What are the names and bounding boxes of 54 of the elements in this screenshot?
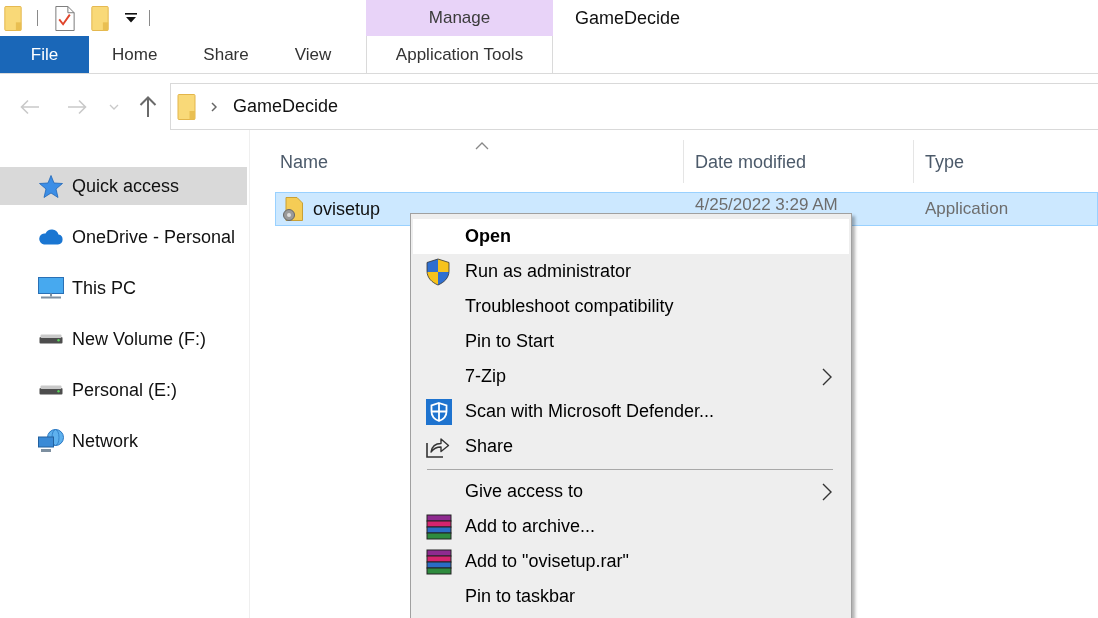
nav-pane-item[interactable]: New Volume (F:) bbox=[0, 320, 247, 358]
chevron-right-icon bbox=[822, 367, 832, 386]
column-header[interactable]: Type bbox=[914, 140, 1098, 183]
tab-group-header: Manage bbox=[366, 0, 553, 36]
window-title: GameDecide bbox=[575, 7, 681, 29]
type-cell: Application bbox=[925, 199, 1009, 219]
chevron-up-icon bbox=[474, 142, 489, 150]
cloud-icon bbox=[38, 229, 64, 245]
column-header[interactable]: Date modified bbox=[684, 140, 914, 183]
stacked-books-icon bbox=[426, 548, 452, 575]
menu-item[interactable]: Add to "ovisetup.rar" bbox=[413, 544, 849, 579]
drive-icon bbox=[39, 385, 63, 395]
shield-tile-icon bbox=[426, 398, 452, 425]
menu-item[interactable]: Add to archive... bbox=[413, 509, 849, 544]
ribbon-tab[interactable]: Application Tools bbox=[366, 36, 553, 73]
menu-item[interactable]: Pin to Start bbox=[413, 324, 849, 359]
ribbon-tab[interactable]: Home bbox=[89, 36, 181, 73]
star-icon bbox=[39, 174, 63, 198]
nav-pane-item[interactable]: This PC bbox=[0, 269, 247, 307]
address-bar[interactable]: GameDecide bbox=[170, 83, 1098, 130]
ribbon-tab[interactable]: Share bbox=[180, 36, 272, 73]
share-icon bbox=[426, 435, 450, 458]
shield-icon bbox=[426, 257, 450, 286]
column-header[interactable]: Name bbox=[275, 140, 684, 183]
nav-pane-item[interactable]: OneDrive - Personal bbox=[0, 218, 247, 256]
file-name: ovisetup bbox=[313, 198, 381, 220]
folder-icon[interactable] bbox=[4, 5, 22, 31]
menu-item[interactable]: 7-Zip bbox=[413, 359, 849, 394]
menu-item[interactable]: Troubleshoot compatibility bbox=[413, 289, 849, 324]
folder-icon bbox=[177, 93, 196, 120]
ribbon-tab[interactable]: View bbox=[271, 36, 355, 73]
document-check-icon[interactable] bbox=[55, 5, 75, 31]
menu-item[interactable]: Scan with Microsoft Defender... bbox=[413, 394, 849, 429]
nav-pane-item[interactable]: Personal (E:) bbox=[0, 371, 247, 409]
menu-item[interactable]: Pin to taskbar bbox=[413, 579, 849, 614]
menu-item[interactable]: Run as administrator bbox=[413, 254, 849, 289]
stacked-books-icon bbox=[426, 513, 452, 540]
date-cell: 4/25/2022 3:29 AM bbox=[695, 197, 838, 213]
file-icon bbox=[283, 197, 305, 221]
nav-pane-item[interactable]: Quick access bbox=[0, 167, 247, 205]
menu-item[interactable]: Give access to bbox=[413, 474, 849, 509]
chevron-right-icon[interactable] bbox=[211, 101, 217, 112]
file-tab[interactable]: File bbox=[0, 36, 89, 73]
folder-icon[interactable] bbox=[91, 5, 109, 31]
arrow-up-icon[interactable] bbox=[139, 95, 157, 118]
chevron-right-icon bbox=[822, 482, 832, 501]
menu-item[interactable]: Share bbox=[413, 429, 849, 464]
breadcrumb-item[interactable]: GameDecide bbox=[233, 96, 339, 117]
menu-item[interactable]: Open bbox=[413, 219, 849, 254]
monitor-icon bbox=[38, 277, 64, 299]
nav-pane-item[interactable]: Network bbox=[0, 422, 247, 460]
network-icon bbox=[38, 429, 64, 453]
dropdown-arrow-icon[interactable] bbox=[125, 13, 137, 23]
drive-icon bbox=[39, 334, 63, 344]
